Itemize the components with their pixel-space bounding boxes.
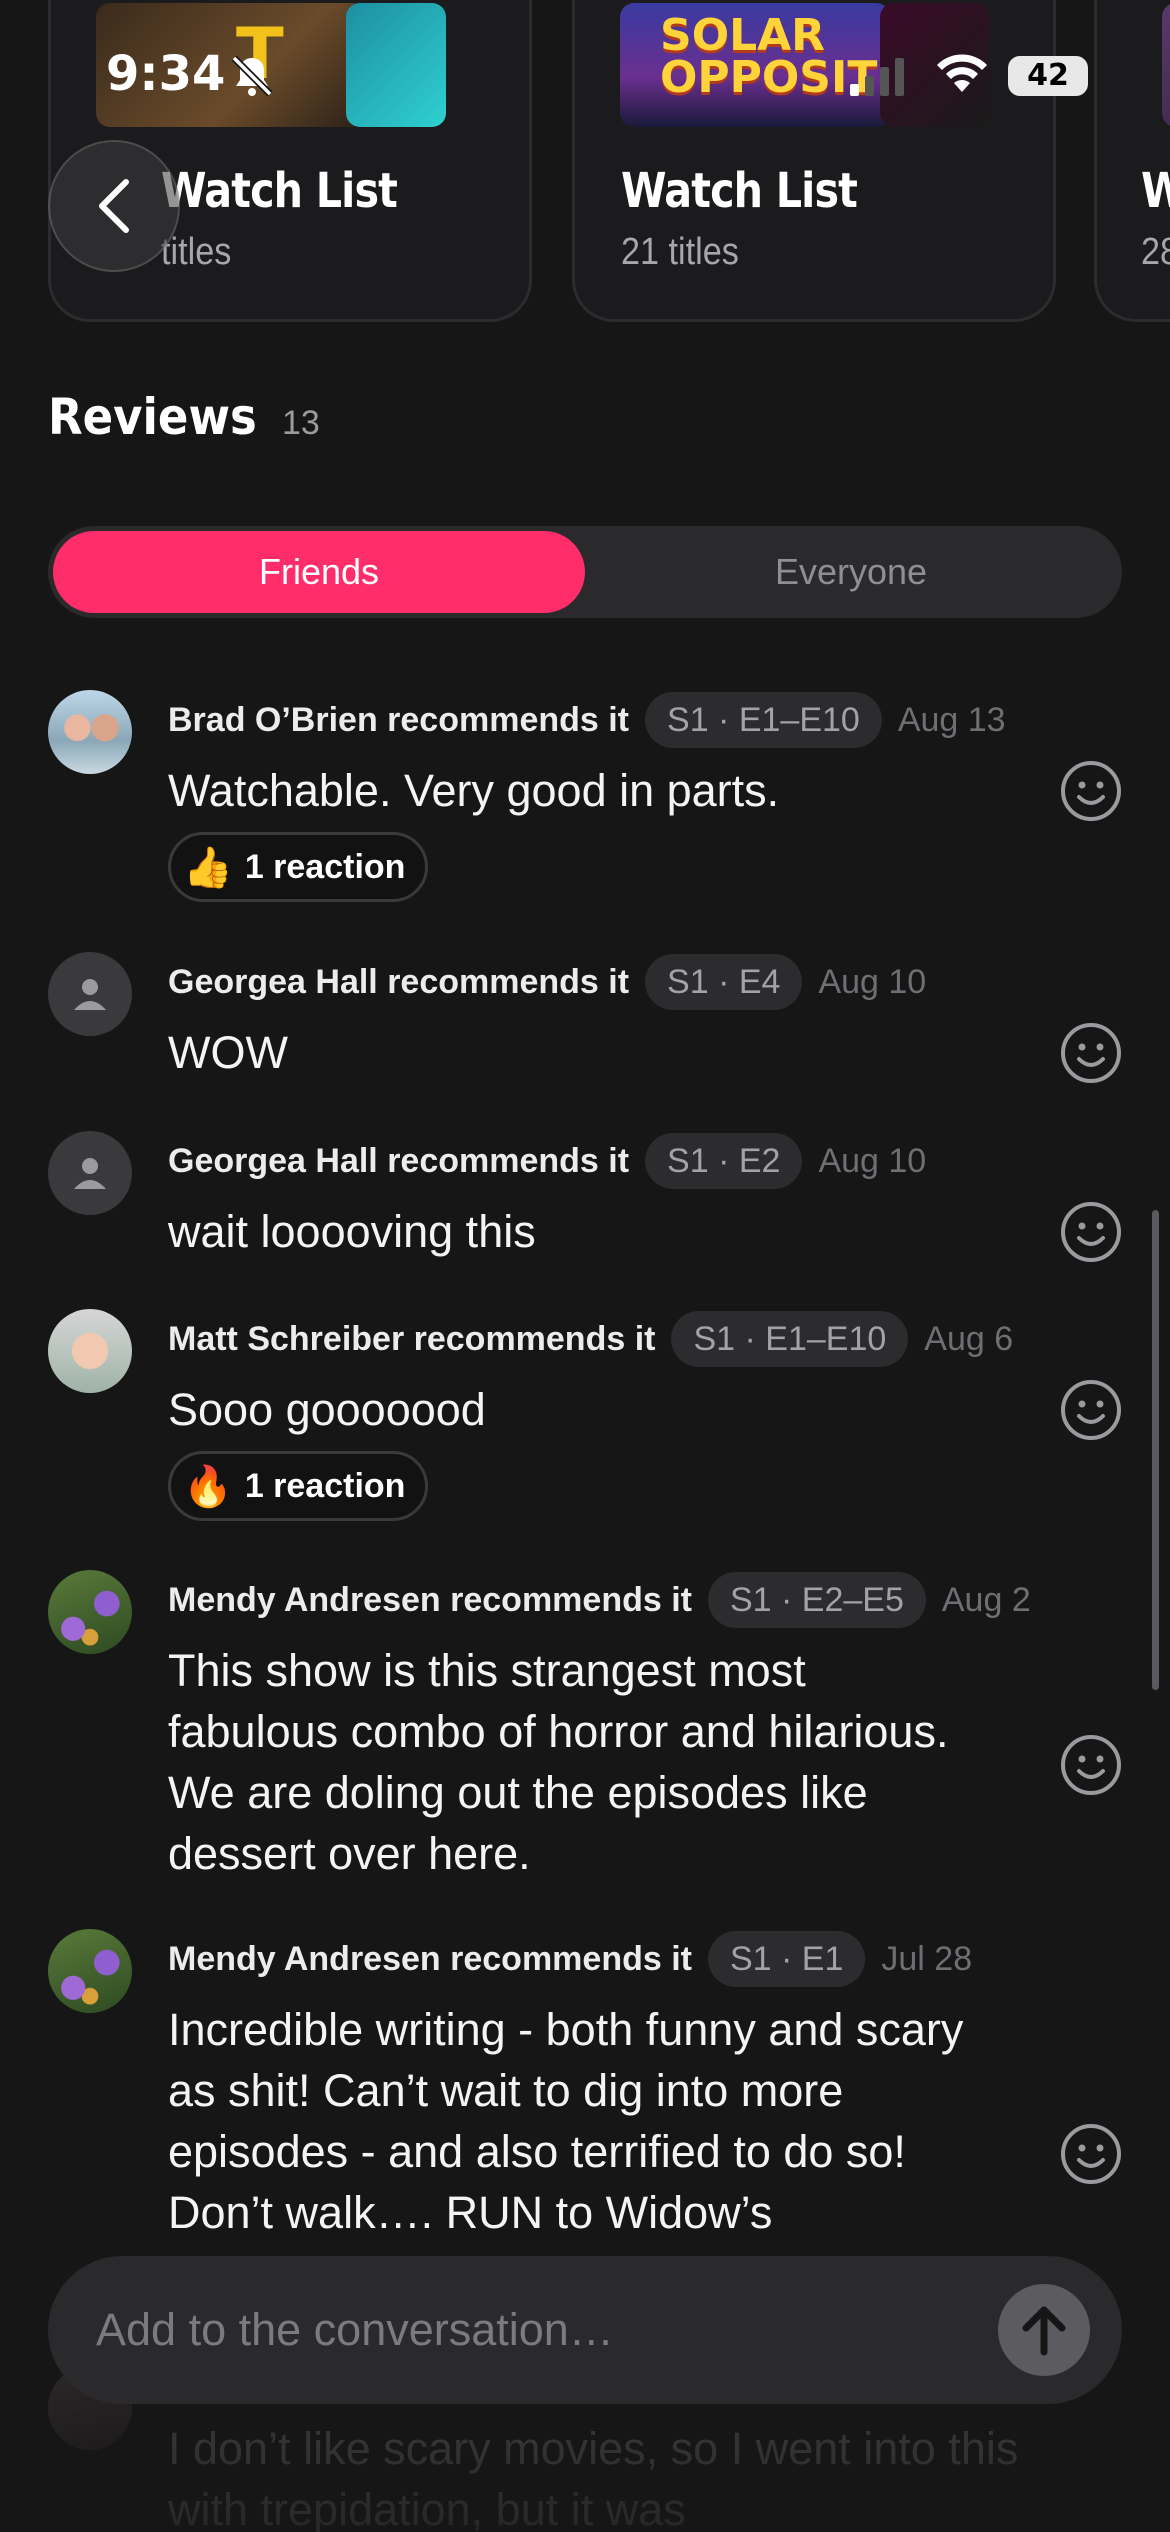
- avatar[interactable]: [48, 1929, 132, 2013]
- reviews-count: 13: [282, 404, 320, 442]
- review-item: Georgea Hall recommends it S1 · E4 Aug 1…: [48, 952, 1128, 1102]
- add-reaction-smiley-icon[interactable]: [1060, 2123, 1122, 2185]
- send-button[interactable]: [998, 2284, 1090, 2376]
- review-text: Incredible writing - both funny and scar…: [168, 2004, 964, 2238]
- episode-badge: S1 · E1–E10: [671, 1311, 909, 1367]
- add-reaction-smiley-icon[interactable]: [1060, 760, 1122, 822]
- reaction-label: 1 reaction: [244, 1466, 406, 1505]
- review-author[interactable]: Georgea Hall recommends it: [168, 963, 629, 1002]
- reviews-header: Reviews 13: [48, 388, 320, 446]
- reaction-label: 1 reaction: [244, 847, 406, 886]
- conversation-input[interactable]: [96, 2256, 976, 2404]
- avatar[interactable]: [48, 952, 132, 1036]
- review-author[interactable]: Georgea Hall recommends it: [168, 1142, 629, 1181]
- review-item: Mendy Andresen recommends it S1 · E2–E5 …: [48, 1570, 1128, 1890]
- reviews-filter-segment: Friends Everyone: [48, 526, 1122, 618]
- status-time: 9:34: [106, 46, 226, 102]
- review-text: wait looooving this: [168, 1206, 536, 1257]
- review-meta: Mendy Andresen recommends it S1 · E1 Jul…: [168, 1929, 972, 1989]
- poster-image: [880, 3, 990, 127]
- avatar[interactable]: [48, 1309, 132, 1393]
- review-date: Aug 6: [924, 1319, 1014, 1358]
- review-meta: Georgea Hall recommends it S1 · E2 Aug 1…: [168, 1131, 926, 1191]
- reaction-pill[interactable]: 🔥 1 reaction: [168, 1451, 429, 1521]
- user-placeholder-icon: [74, 1158, 106, 1189]
- review-item: Mendy Andresen recommends it S1 · E1 Jul…: [48, 1929, 1128, 2259]
- poster-logo-text: SOLAR OPPOSITES: [660, 10, 890, 103]
- episode-badge: S1 · E4: [645, 954, 803, 1010]
- list-title: Watch List: [621, 163, 858, 219]
- poster-image: [346, 3, 446, 127]
- review-date: Jul 28: [881, 1939, 973, 1978]
- review-meta: Mendy Andresen recommends it S1 · E2–E5 …: [168, 1570, 1031, 1630]
- thumbs-up-icon: 👍: [183, 844, 233, 891]
- back-button[interactable]: [48, 140, 180, 272]
- add-reaction-smiley-icon[interactable]: [1060, 1201, 1122, 1263]
- episode-badge: S1 · E2: [645, 1133, 803, 1189]
- poster-image: SOLAR OPPOSITES: [620, 3, 890, 127]
- review-text: WOW: [168, 1027, 288, 1078]
- review-date: Aug 2: [941, 1580, 1031, 1619]
- avatar[interactable]: [48, 690, 132, 774]
- user-placeholder-icon: [74, 979, 106, 1010]
- review-text: This show is this strangest most fabulou…: [168, 1645, 949, 1879]
- review-author[interactable]: Mendy Andresen recommends it: [168, 1940, 692, 1979]
- reaction-pill[interactable]: 👍 1 reaction: [168, 832, 429, 902]
- episode-badge: S1 · E1–E10: [645, 692, 882, 748]
- review-item: Matt Schreiber recommends it S1 · E1–E10…: [48, 1309, 1128, 1539]
- avatar[interactable]: [48, 1131, 132, 1215]
- composer-bar: [48, 2256, 1122, 2404]
- review-text: I don’t like scary movies, so I went int…: [168, 2423, 1019, 2532]
- list-count: 21 titles: [621, 231, 739, 273]
- review-item: Brad O’Brien recommends it S1 · E1–E10 A…: [48, 690, 1128, 920]
- chevron-left-icon: [99, 179, 129, 233]
- review-author[interactable]: Brad O’Brien recommends it: [168, 701, 629, 740]
- list-posters: SOLAR OPPOSITES: [620, 3, 1020, 127]
- review-text: Sooo gooooood: [168, 1384, 486, 1435]
- scrollbar[interactable]: [1152, 1210, 1159, 1690]
- arrow-up-icon: [1022, 2306, 1066, 2356]
- review-meta: Georgea Hall recommends it S1 · E4 Aug 1…: [168, 952, 926, 1012]
- review-date: Aug 10: [818, 1141, 927, 1180]
- list-card-3[interactable]: W 28: [1094, 0, 1170, 322]
- list-posters: [1142, 3, 1170, 127]
- tab-friends[interactable]: Friends: [53, 531, 585, 613]
- reviews-title: Reviews: [48, 388, 257, 446]
- list-count: 28: [1141, 231, 1170, 273]
- review-date: Aug 13: [897, 700, 1006, 739]
- episode-badge: S1 · E2–E5: [707, 1572, 926, 1628]
- review-author[interactable]: Mendy Andresen recommends it: [168, 1581, 692, 1620]
- add-reaction-smiley-icon[interactable]: [1060, 1379, 1122, 1441]
- poster-image: [1162, 3, 1170, 127]
- list-title: Watch List: [161, 163, 398, 219]
- review-meta: Matt Schreiber recommends it S1 · E1–E10…: [168, 1309, 1013, 1369]
- list-card-watch-list-2[interactable]: SOLAR OPPOSITES Watch List 21 titles: [572, 0, 1056, 322]
- review-author[interactable]: Matt Schreiber recommends it: [168, 1320, 655, 1359]
- avatar[interactable]: [48, 1570, 132, 1654]
- fire-icon: 🔥: [183, 1463, 233, 1510]
- review-meta: Brad O’Brien recommends it S1 · E1–E10 A…: [168, 690, 1006, 750]
- review-text: Watchable. Very good in parts.: [168, 765, 780, 816]
- review-item: Georgea Hall recommends it S1 · E2 Aug 1…: [48, 1131, 1128, 1281]
- episode-badge: S1 · E1: [707, 1931, 866, 1987]
- list-title: W: [1141, 163, 1170, 219]
- add-reaction-smiley-icon[interactable]: [1060, 1734, 1122, 1796]
- add-reaction-smiley-icon[interactable]: [1060, 1022, 1122, 1084]
- review-date: Aug 10: [818, 962, 927, 1001]
- tab-everyone[interactable]: Everyone: [585, 531, 1117, 613]
- poster-logo-text: T: [236, 13, 284, 95]
